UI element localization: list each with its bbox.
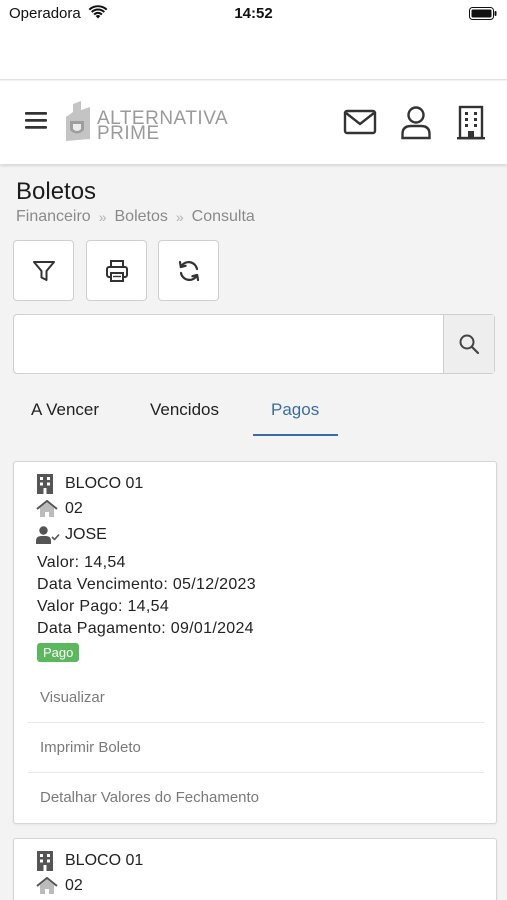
breadcrumb-boletos[interactable]: Boletos	[115, 208, 168, 226]
print-button[interactable]	[86, 240, 147, 301]
filter-button[interactable]	[13, 240, 74, 301]
card-bloco-row: BLOCO 01	[36, 474, 143, 494]
card-morador-row: JOSE	[36, 526, 107, 544]
valor-label: Valor:	[37, 554, 80, 571]
search-icon	[459, 334, 480, 355]
breadcrumb-separator: »	[175, 209, 184, 225]
home-icon	[36, 877, 60, 895]
status-bar: Operadora 14:52	[0, 0, 507, 28]
card-bloco: BLOCO 01	[65, 475, 144, 492]
clock: 14:52	[234, 5, 273, 22]
battery-icon	[469, 7, 497, 25]
boleto-card: BLOCO 01 02	[13, 838, 497, 900]
print-icon	[105, 259, 128, 282]
top-spacer	[0, 28, 507, 80]
card-bloco: BLOCO 01	[65, 852, 144, 869]
valor-pago-value: 14,54	[127, 598, 170, 615]
logo-mark-icon	[66, 101, 90, 141]
boleto-card: BLOCO 01 02 JOSE Valor: 14,54 Data Venci…	[13, 461, 497, 824]
tab-vencidos[interactable]: Vencidos	[150, 400, 219, 420]
breadcrumb-financeiro[interactable]: Financeiro	[16, 208, 91, 226]
card-morador: JOSE	[65, 526, 107, 543]
card-vencimento: Data Vencimento: 05/12/2023	[37, 576, 256, 594]
valor-value: 14,54	[84, 554, 126, 571]
search-box	[13, 314, 495, 374]
building-icon	[36, 474, 60, 494]
breadcrumb-consulta: Consulta	[191, 208, 255, 225]
card-unidade: 02	[65, 877, 83, 894]
detalhar-valores-action[interactable]: Detalhar Valores do Fechamento	[28, 772, 484, 822]
home-icon	[36, 500, 60, 518]
page-title: Boletos	[16, 178, 97, 205]
refresh-button[interactable]	[158, 240, 219, 301]
card-unidade-row: 02	[36, 500, 83, 518]
imprimir-boleto-action[interactable]: Imprimir Boleto	[28, 722, 484, 772]
status-badge: Pago	[37, 643, 80, 662]
refresh-icon	[178, 260, 199, 281]
app-header: ALTERNATIVA PRIME	[0, 81, 507, 164]
vencimento-value: 05/12/2023	[172, 576, 256, 593]
pagamento-label: Data Pagamento:	[37, 620, 167, 637]
valor-pago-label: Valor Pago:	[37, 598, 123, 615]
pagamento-value: 09/01/2024	[170, 620, 254, 637]
mail-icon[interactable]	[343, 105, 377, 144]
visualizar-action[interactable]: Visualizar	[28, 672, 484, 722]
breadcrumb: Financeiro » Boletos » Consulta	[16, 208, 255, 226]
tab-a-vencer[interactable]: A Vencer	[31, 400, 99, 420]
active-tab-indicator	[253, 434, 338, 436]
card-unidade: 02	[65, 500, 83, 517]
search-input[interactable]	[14, 315, 444, 373]
card-unidade-row: 02	[36, 877, 83, 895]
menu-icon[interactable]	[24, 109, 48, 136]
logo: ALTERNATIVA PRIME	[61, 101, 228, 145]
user-check-icon	[36, 526, 60, 544]
user-icon[interactable]	[399, 105, 433, 146]
breadcrumb-separator: »	[98, 209, 107, 225]
building-icon[interactable]	[456, 105, 486, 146]
tab-pagos[interactable]: Pagos	[271, 400, 319, 420]
building-icon	[36, 851, 60, 871]
card-valor: Valor: 14,54	[37, 554, 126, 572]
vencimento-label: Data Vencimento:	[37, 576, 169, 593]
card-valor-pago: Valor Pago: 14,54	[37, 598, 169, 616]
filter-icon	[32, 260, 55, 281]
search-button[interactable]	[443, 315, 494, 373]
card-bloco-row: BLOCO 01	[36, 851, 143, 871]
card-pagamento: Data Pagamento: 09/01/2024	[37, 620, 254, 638]
